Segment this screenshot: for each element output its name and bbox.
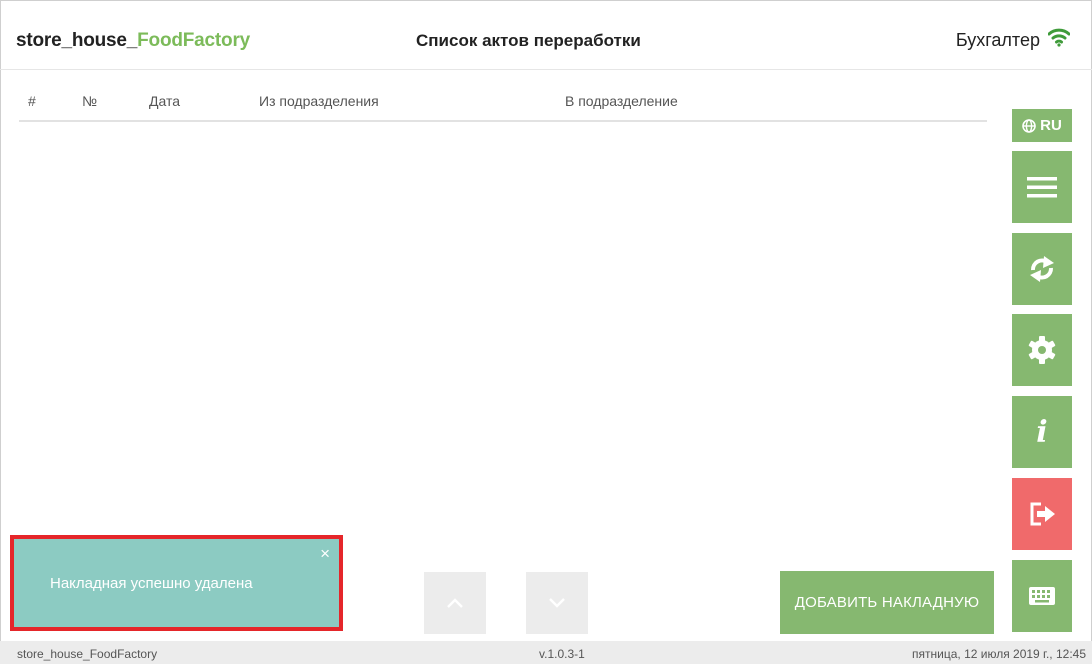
sync-icon — [1030, 256, 1054, 282]
toast-highlight-frame — [10, 535, 343, 631]
footer-datetime: пятница, 12 июля 2019 г., 12:45 — [912, 647, 1086, 661]
language-button[interactable]: RU — [1012, 109, 1072, 142]
chevron-up-icon — [447, 598, 463, 608]
app-title-main: store_house_ — [16, 30, 138, 51]
column-header-to-department[interactable]: В подразделение — [565, 93, 678, 109]
footer-version: v.1.0.3-1 — [539, 647, 585, 661]
table-header: # № Дата Из подразделения В подразделени… — [19, 88, 987, 122]
add-invoice-button[interactable]: ДОБАВИТЬ НАКЛАДНУЮ — [780, 571, 994, 634]
logout-icon — [1030, 502, 1055, 526]
column-header-date[interactable]: Дата — [149, 93, 180, 109]
page-up-button[interactable] — [424, 572, 486, 634]
language-label: RU — [1040, 117, 1062, 134]
page-title: Список актов переработки — [416, 31, 641, 50]
info-button[interactable]: i — [1012, 396, 1072, 468]
menu-button[interactable] — [1012, 151, 1072, 223]
chevron-down-icon — [549, 598, 565, 608]
user-name[interactable]: Бухгалтер — [956, 30, 1040, 51]
column-header-index[interactable]: # — [28, 93, 36, 109]
footer-app-name: store_house_FoodFactory — [17, 647, 158, 661]
keyboard-button[interactable] — [1012, 560, 1072, 632]
status-bar: store_house_FoodFactory v.1.0.3-1 пятниц… — [0, 641, 1092, 664]
sync-button[interactable] — [1012, 233, 1072, 305]
wifi-icon — [1048, 28, 1070, 47]
menu-icon — [1027, 177, 1057, 198]
page-down-button[interactable] — [526, 572, 588, 634]
globe-icon — [1022, 118, 1036, 133]
column-header-number[interactable]: № — [82, 93, 97, 109]
column-header-from-department[interactable]: Из подразделения — [259, 93, 379, 109]
app-title-accent: FoodFactory — [137, 30, 251, 51]
keyboard-icon — [1029, 587, 1055, 605]
settings-button[interactable] — [1012, 314, 1072, 386]
info-icon: i — [1036, 414, 1048, 450]
logout-button[interactable] — [1012, 478, 1072, 550]
app-title: store_house_FoodFactory — [16, 30, 250, 52]
gear-icon — [1028, 336, 1056, 364]
header: store_house_FoodFactory Список актов пер… — [0, 0, 1092, 70]
